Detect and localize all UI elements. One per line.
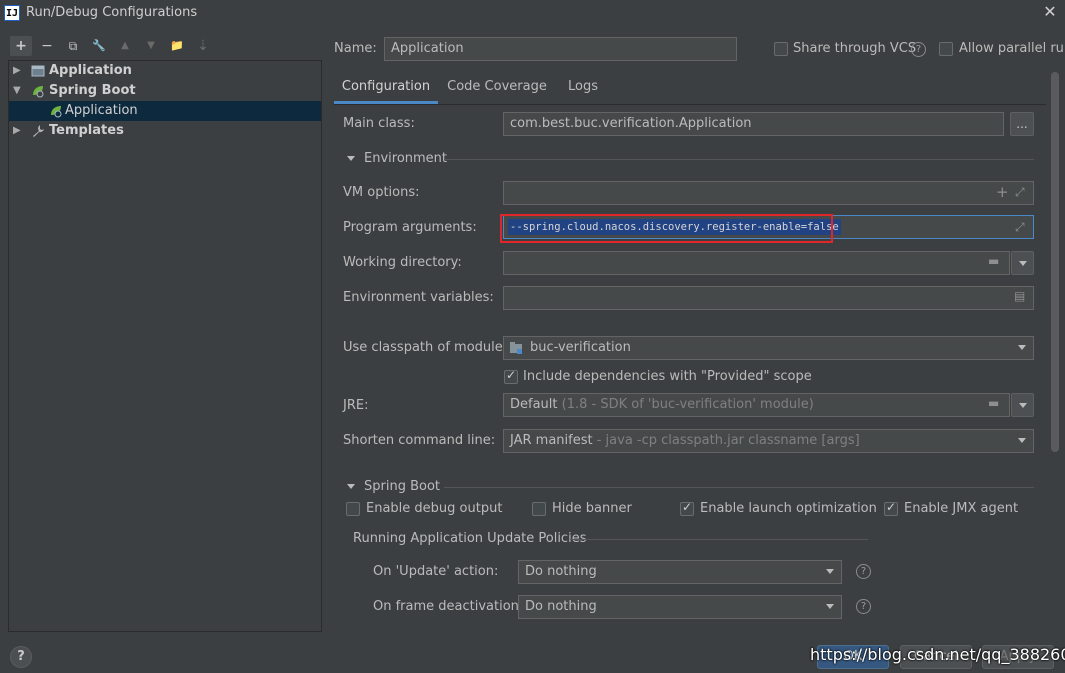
share-vcs-label: Share through VCS <box>793 41 917 56</box>
jre-dropdown[interactable] <box>1011 393 1034 417</box>
tab-configuration[interactable]: Configuration <box>334 76 438 104</box>
window-title: Run/Debug Configurations <box>26 5 198 20</box>
classpath-module-select[interactable]: buc-verification <box>503 336 1034 360</box>
expand-arrow-icon[interactable]: ▶ <box>13 121 25 141</box>
program-arguments-label: Program arguments: <box>343 220 477 235</box>
allow-parallel-label: Allow parallel run <box>959 41 1065 56</box>
tree-item-templates[interactable]: ▶ Templates <box>9 121 321 141</box>
configuration-tree: ▶ Application ▼ Spring Boot Application … <box>8 60 322 632</box>
tree-item-spring-boot[interactable]: ▼ Spring Boot <box>9 81 321 101</box>
enable-debug-output-label: Enable debug output <box>366 501 503 516</box>
on-update-select[interactable]: Do nothing <box>518 560 842 584</box>
enable-jmx-agent-label: Enable JMX agent <box>904 501 1019 516</box>
chevron-down-icon[interactable] <box>826 569 834 574</box>
tab-logs[interactable]: Logs <box>560 76 606 104</box>
chevron-down-icon[interactable] <box>1018 438 1026 443</box>
expand-icon[interactable]: ⤢ <box>1015 220 1025 235</box>
main-class-label: Main class: <box>343 116 415 131</box>
expand-icon[interactable]: ⤢ <box>1015 185 1025 200</box>
tree-item-application[interactable]: ▶ Application <box>9 61 321 81</box>
include-dependencies-checkbox[interactable] <box>504 368 518 384</box>
chevron-down-icon <box>1019 261 1027 266</box>
vm-options-input[interactable] <box>503 181 1034 205</box>
new-folder-button[interactable]: 📁 <box>166 36 188 56</box>
working-directory-dropdown[interactable] <box>1011 251 1034 275</box>
jre-input[interactable]: Default (1.8 - SDK of 'buc-verification'… <box>503 393 1010 417</box>
collapse-arrow-icon[interactable] <box>347 156 355 161</box>
update-policies-header: Running Application Update Policies <box>353 531 587 546</box>
application-icon <box>31 65 45 77</box>
add-icon[interactable]: + <box>996 183 1009 201</box>
enable-jmx-agent-checkbox[interactable] <box>884 500 898 516</box>
enable-debug-output-checkbox[interactable] <box>346 502 360 516</box>
close-icon[interactable]: ✕ <box>1040 2 1060 22</box>
hide-banner-label: Hide banner <box>552 501 632 516</box>
enable-launch-optimization-checkbox[interactable] <box>680 500 694 516</box>
on-frame-help-icon[interactable]: ? <box>856 599 871 614</box>
environment-section-header[interactable]: Environment <box>364 151 447 166</box>
folder-icon[interactable]: ▬ <box>988 396 999 410</box>
chevron-down-icon[interactable] <box>1018 345 1026 350</box>
chevron-down-icon[interactable] <box>826 604 834 609</box>
shorten-command-select[interactable]: JAR manifest - java -cp classpath.jar cl… <box>503 429 1034 453</box>
include-dependencies-label: Include dependencies with "Provided" sco… <box>523 369 812 384</box>
jre-label: JRE: <box>343 398 369 413</box>
collapse-arrow-icon[interactable]: ▼ <box>13 81 25 101</box>
module-folder-icon <box>510 342 522 354</box>
vertical-scrollbar[interactable] <box>1051 72 1059 452</box>
on-frame-deactivation-select[interactable]: Do nothing <box>518 595 842 619</box>
shorten-command-label: Shorten command line: <box>343 433 496 448</box>
name-label: Name: <box>334 41 377 56</box>
tab-code-coverage[interactable]: Code Coverage <box>444 76 550 104</box>
name-input[interactable]: Application <box>384 37 737 61</box>
move-up-button[interactable]: ▲ <box>114 36 136 56</box>
environment-variables-label: Environment variables: <box>343 290 494 305</box>
add-configuration-button[interactable]: + <box>10 36 32 56</box>
help-button[interactable]: ? <box>10 646 32 668</box>
enable-launch-optimization-label: Enable launch optimization <box>700 501 877 516</box>
spring-boot-icon <box>33 86 44 98</box>
sort-button[interactable]: ⇣ <box>192 36 214 56</box>
expand-arrow-icon[interactable]: ▶ <box>13 61 25 81</box>
share-vcs-help-icon[interactable]: ? <box>911 42 926 57</box>
on-update-help-icon[interactable]: ? <box>856 564 871 579</box>
annotation-highlight-box <box>500 214 833 243</box>
allow-parallel-checkbox[interactable] <box>939 42 953 56</box>
working-directory-input[interactable] <box>503 251 1010 275</box>
wrench-icon <box>33 125 44 137</box>
hide-banner-checkbox[interactable] <box>532 502 546 516</box>
intellij-logo-icon: IJ <box>4 5 20 21</box>
on-frame-deactivation-label: On frame deactivation: <box>373 599 524 614</box>
folder-icon[interactable]: ▬ <box>988 254 999 268</box>
watermark-text: https://blog.csdn.net/qq_38826019 <box>810 645 1065 664</box>
spring-boot-section-header[interactable]: Spring Boot <box>364 479 440 494</box>
copy-configuration-button[interactable]: ⧉ <box>62 36 84 56</box>
main-class-browse-button[interactable]: ... <box>1010 112 1034 136</box>
section-divider <box>444 487 1034 488</box>
on-update-label: On 'Update' action: <box>373 564 499 579</box>
document-icon[interactable]: ▤ <box>1014 289 1025 303</box>
share-vcs-checkbox[interactable] <box>774 42 788 56</box>
section-divider <box>444 159 1034 160</box>
main-class-input[interactable]: com.best.buc.verification.Application <box>503 112 1004 136</box>
working-directory-label: Working directory: <box>343 255 462 270</box>
spring-boot-app-icon <box>51 106 62 118</box>
classpath-module-label: Use classpath of module: <box>343 340 508 355</box>
section-divider <box>570 539 868 540</box>
move-down-button[interactable]: ▼ <box>140 36 162 56</box>
edit-defaults-wrench-icon[interactable]: 🔧 <box>88 36 110 56</box>
tree-item-spring-boot-application[interactable]: Application <box>9 101 321 121</box>
collapse-arrow-icon[interactable] <box>347 484 355 489</box>
remove-configuration-button[interactable]: − <box>36 36 58 56</box>
chevron-down-icon <box>1019 403 1027 408</box>
vm-options-label: VM options: <box>343 185 420 200</box>
environment-variables-input[interactable] <box>503 286 1034 310</box>
